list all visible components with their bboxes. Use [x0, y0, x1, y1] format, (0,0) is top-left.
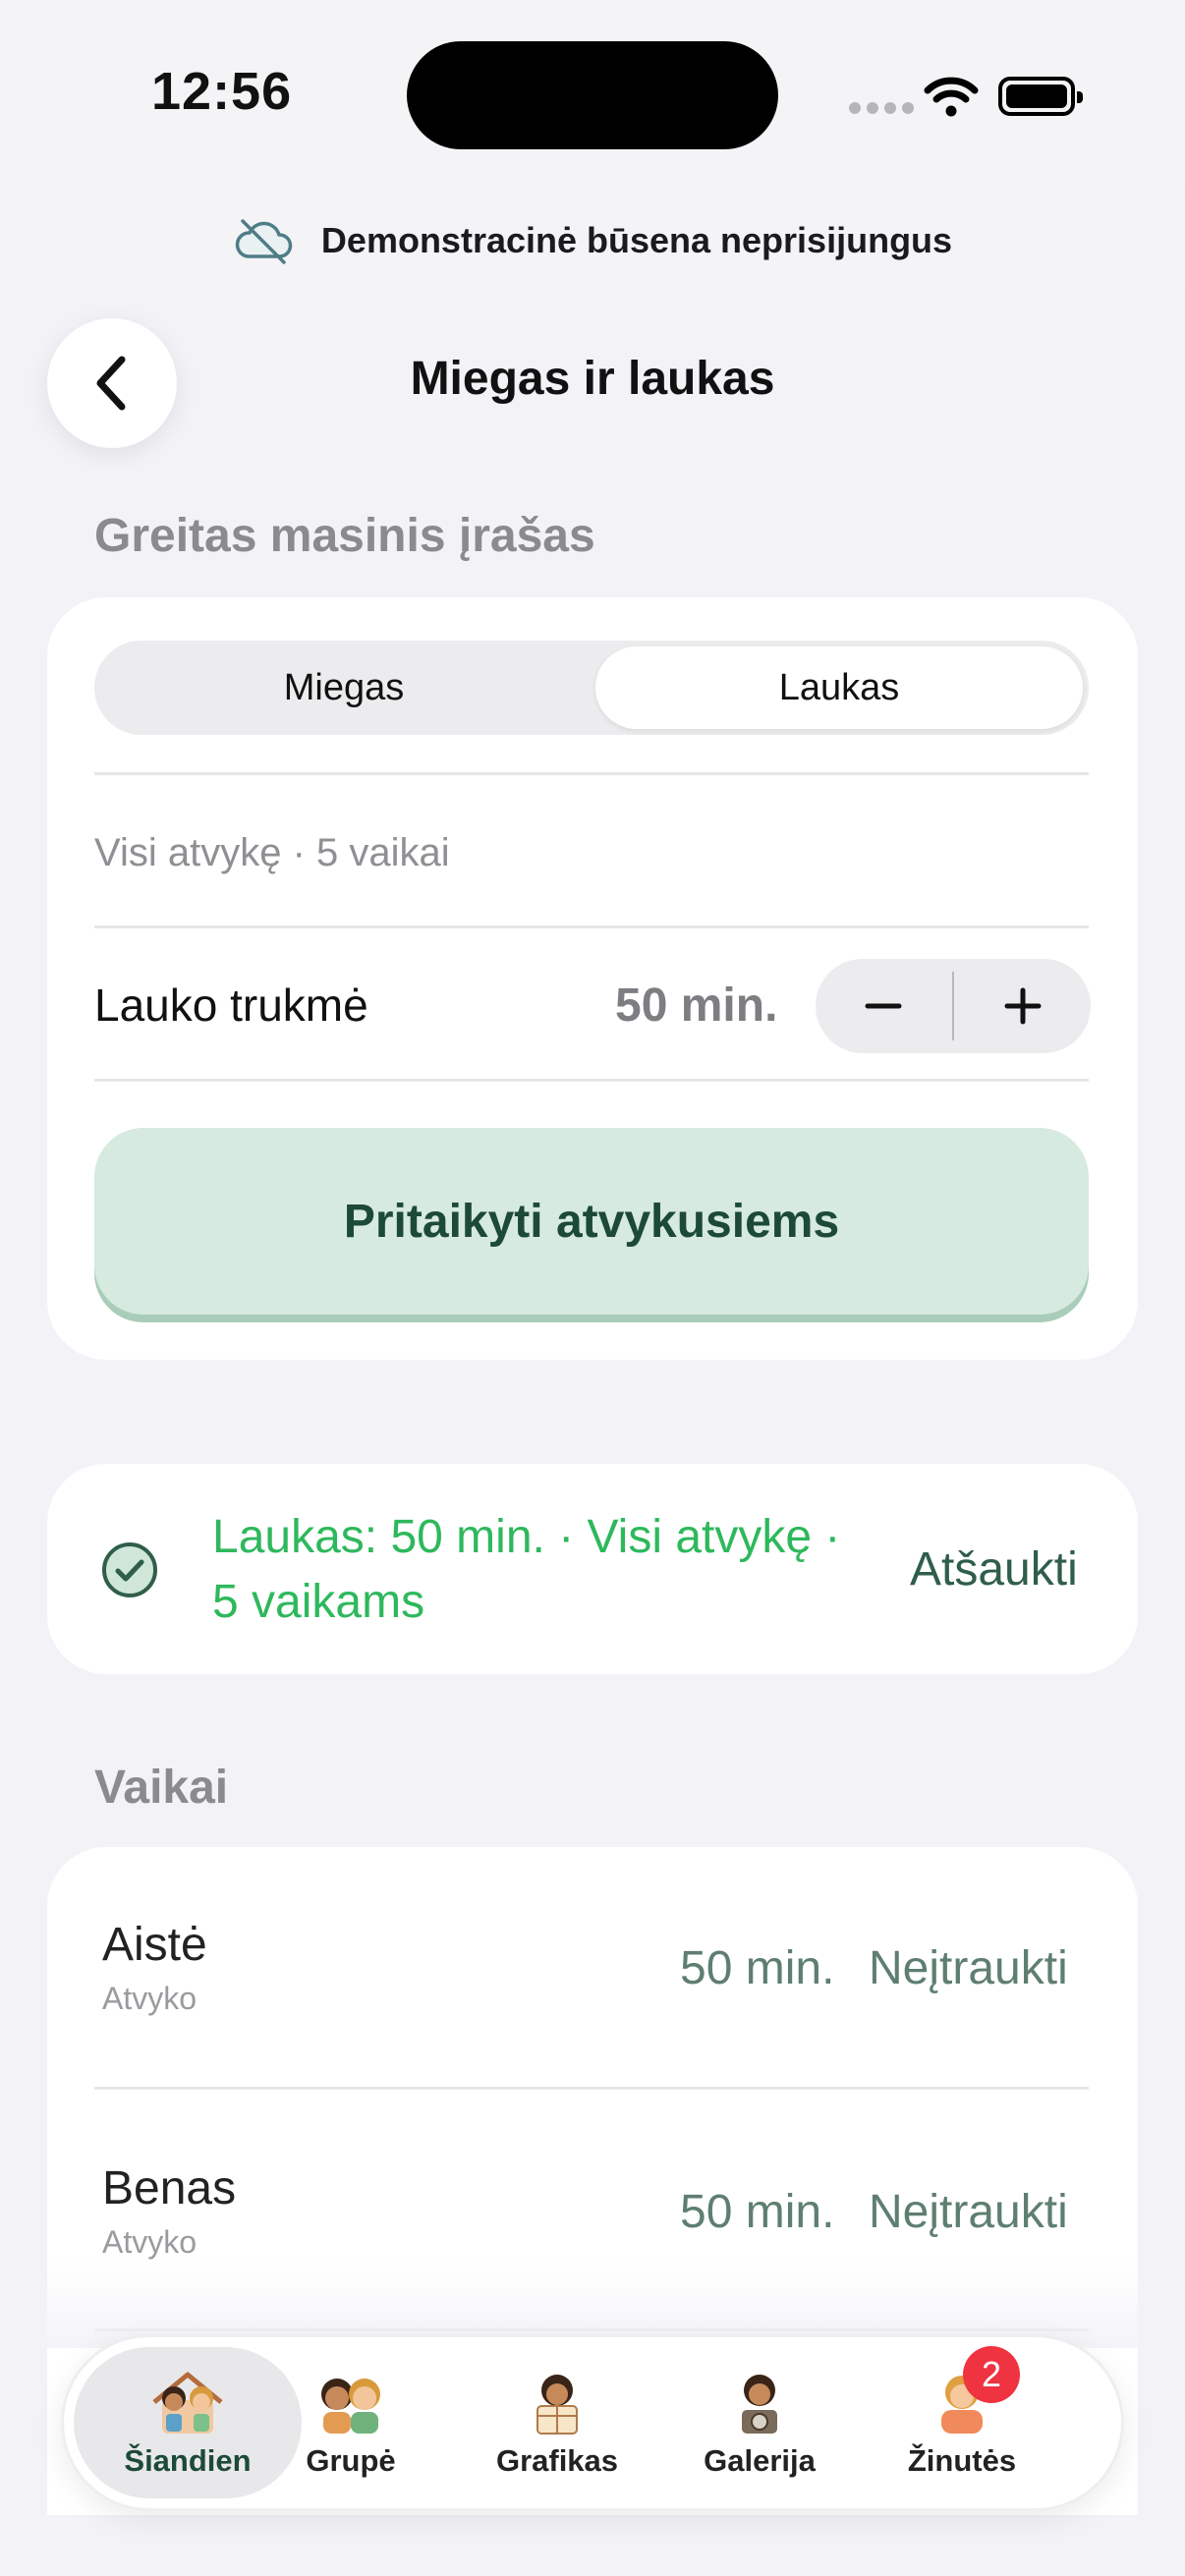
child-name: Aistė	[102, 1919, 207, 1971]
offline-banner-text: Demonstracinė būsena neprisijungus	[320, 220, 953, 260]
camera-kid-icon	[742, 2375, 777, 2434]
cloud-off-icon	[235, 219, 293, 264]
confirmation-line-2: 5 vaikams	[212, 1576, 425, 1628]
divider	[94, 772, 1089, 775]
exclude-button[interactable]: Neįtraukti	[869, 2185, 1068, 2239]
messages-badge: 2	[963, 2346, 1020, 2403]
tab-label: Grupė	[306, 2443, 396, 2478]
divider	[94, 2087, 1089, 2090]
tab-bar: Šiandien Grupė Grafikas Galerija Žinutės	[61, 2334, 1124, 2511]
child-row-aiste[interactable]: Aistė Atvyko 50 min. Neįtraukti	[47, 1847, 1138, 2089]
plus-icon	[1004, 987, 1042, 1025]
page-title: Miegas ir laukas	[410, 353, 775, 405]
duration-stepper	[816, 959, 1091, 1053]
child-name: Benas	[102, 2162, 237, 2214]
group-kids-icon	[321, 2379, 380, 2434]
dynamic-island	[407, 41, 778, 149]
offline-demo-banner: Demonstracinė būsena neprisijungus	[0, 196, 1185, 285]
segment-miegas[interactable]: Miegas	[100, 646, 588, 729]
duration-label: Lauko trukmė	[94, 980, 368, 1031]
duration-value: 50 min.	[615, 980, 778, 1032]
increment-button[interactable]	[954, 959, 1091, 1053]
confirmation-line-1: Laukas: 50 min. · Visi atvykę ·	[212, 1511, 841, 1563]
activity-segmented-control: Miegas Laukas	[94, 641, 1089, 735]
wifi-icon	[924, 77, 979, 117]
children-section-label: Vaikai	[94, 1762, 229, 1814]
tab-label: Galerija	[704, 2443, 816, 2478]
undo-button[interactable]: Atšaukti	[910, 1542, 1078, 1596]
child-status: Atvyko	[102, 2224, 198, 2260]
battery-icon	[998, 77, 1083, 116]
segment-laukas[interactable]: Laukas	[595, 646, 1083, 729]
check-circle-icon	[102, 1542, 157, 1597]
calendar-kid-icon	[536, 2375, 578, 2435]
confirmation-text: Laukas: 50 min. · Visi atvykę · 5 vaikam…	[212, 1505, 880, 1635]
apply-to-arrived-button[interactable]: Pritaikyti atvykusiems	[94, 1128, 1089, 1315]
child-duration: 50 min.	[680, 2186, 835, 2238]
divider	[94, 925, 1089, 928]
tab-label: Grafikas	[495, 2443, 619, 2478]
tab-group[interactable]: Grupė	[237, 2347, 465, 2498]
scope-text: Visi atvykę · 5 vaikai	[94, 831, 450, 874]
bulk-section-label: Greitas masinis įrašas	[94, 510, 595, 562]
child-duration: 50 min.	[680, 1942, 835, 1994]
tab-label: Šiandien	[124, 2443, 252, 2478]
tab-gallery[interactable]: Galerija	[681, 2347, 838, 2498]
status-time: 12:56	[151, 62, 293, 121]
tab-label: Žinutės	[907, 2443, 1017, 2478]
minus-icon	[865, 1003, 902, 1009]
child-status: Atvyko	[102, 1981, 198, 2016]
tab-schedule[interactable]: Grafikas	[479, 2347, 636, 2498]
divider	[94, 1079, 1089, 1082]
cellular-signal-icon	[849, 102, 914, 114]
decrement-button[interactable]	[816, 959, 952, 1053]
exclude-button[interactable]: Neįtraukti	[869, 1941, 1068, 1995]
kids-house-icon	[152, 2372, 223, 2434]
